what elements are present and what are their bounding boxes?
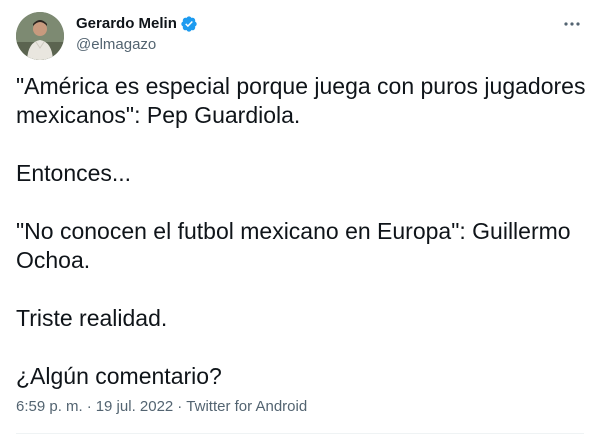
tweet-paragraph: ¿Algún comentario? [16,363,222,389]
tweet-card: Gerardo Melin @elmagazo "América es espe… [0,0,600,434]
avatar[interactable] [16,12,64,60]
tweet-metadata: 6:59 p. m. · 19 jul. 2022 · Twitter for Andr… [16,397,307,417]
tweet-paragraph: Triste realidad. [16,305,168,331]
verified-badge-icon [180,15,198,33]
meta-separator: · [177,398,183,415]
tweet-source[interactable]: Twitter for Android [186,398,307,415]
more-options-icon[interactable] [558,10,586,38]
user-avatar-image [16,12,64,60]
tweet-paragraph: Entonces... [16,160,132,186]
name-row: Gerardo Melin [76,14,198,34]
tweet-date[interactable]: 19 jul. 2022 [96,398,174,415]
user-handle[interactable]: @elmagazo [76,35,156,55]
tweet-paragraph: "No conocen el futbol mexicano en Europa… [16,218,571,273]
tweet-text: "América es especial porque juega con pu… [16,72,588,420]
tweet-paragraph: "América es especial porque juega con pu… [16,73,586,128]
tweet-timestamp[interactable]: 6:59 p. m. [16,398,83,415]
meta-separator: · [86,398,92,415]
display-name[interactable]: Gerardo Melin [76,14,177,34]
